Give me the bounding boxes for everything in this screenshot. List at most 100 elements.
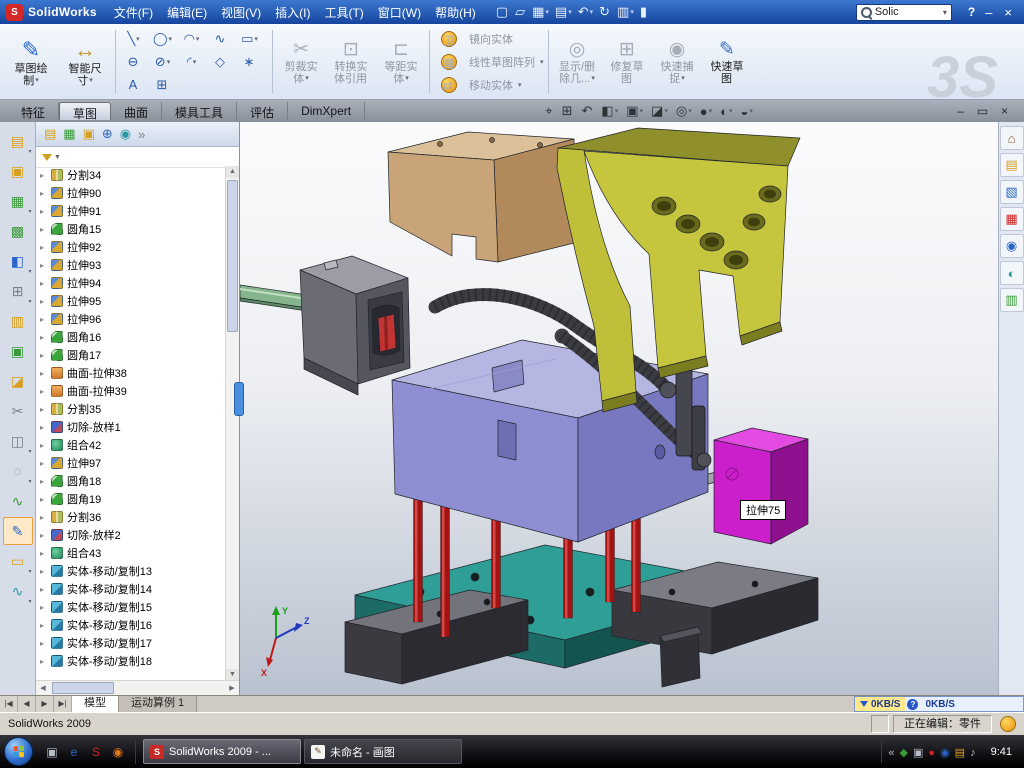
tree-item[interactable]: 圆角16 [36,328,226,346]
tree-item[interactable]: 拉伸93 [36,256,226,274]
media-player-icon[interactable]: ◉ [108,742,128,762]
scroll-up-icon[interactable] [226,166,239,178]
left-tool-icon-6[interactable]: ⊞▾ [3,277,33,305]
doc-minimize-button[interactable]: – [953,104,968,118]
expand-arrow-icon[interactable] [40,549,50,558]
tree-item[interactable]: 拉伸90 [36,184,226,202]
tree-item[interactable]: 切除-放样1 [36,418,226,436]
active-sketch-tool-icon[interactable]: ✎ [3,517,33,545]
filter-dropdown-icon[interactable]: ▼ [54,154,61,161]
linear-sketch-pattern-button[interactable]: ▦ 线性草图阵列 ▾ [433,50,545,73]
move-entities-button[interactable]: ⇄ 移动实体 ▾ [433,73,545,96]
arc-icon[interactable]: ◠▾ [177,27,206,50]
status-icon[interactable] [1000,716,1016,732]
tray-icon-5[interactable]: ▤ [955,743,965,761]
tree-item[interactable]: 组合42 [36,436,226,454]
section-view-icon[interactable]: ◧▾ [601,103,618,119]
plane-icon[interactable]: ⊞ [148,73,177,96]
expand-arrow-icon[interactable] [40,225,50,234]
left-tool-icon-2[interactable]: ▣ [3,157,33,185]
appearances-icon[interactable]: ◉ [1000,234,1024,258]
new-document-icon[interactable]: ▢ [493,2,512,22]
print-icon[interactable]: ▤▾ [552,2,575,22]
left-tool-icon-10[interactable]: ✂ [3,397,33,425]
close-button[interactable]: × [998,5,1018,20]
show-desktop-icon[interactable]: ▣ [42,742,62,762]
slot-icon[interactable]: ⊖ [119,50,148,73]
red-bar-icon[interactable]: ▮ [637,2,651,22]
expand-arrow-icon[interactable] [40,621,50,630]
tree-item[interactable]: 圆角18 [36,472,226,490]
model-part-clamp-unit[interactable] [240,256,410,395]
home-icon[interactable]: ⌂ [1000,126,1024,150]
sketch-fillet-icon[interactable]: ◜▾ [177,50,206,73]
left-tool-icon-13[interactable]: ∿ [3,487,33,515]
expand-arrow-icon[interactable] [40,315,50,324]
expand-arrow-icon[interactable] [40,369,50,378]
spline-icon[interactable]: ∿ [206,27,235,50]
graphics-viewport[interactable]: Y Z X 拉伸75 [240,122,998,695]
left-tool-icon-12[interactable]: ◌▾ [3,457,33,485]
minimize-button[interactable]: – [979,5,998,20]
left-tool-icon-4[interactable]: ▩ [3,217,33,245]
expand-arrow-icon[interactable] [40,333,50,342]
tree-item[interactable]: 实体-移动/复制17 [36,634,226,652]
design-library-icon[interactable]: ▤ [1000,153,1024,177]
menu-item[interactable]: 视图(V) [214,1,268,24]
dimxpertmanager-tab-icon[interactable]: ⊕ [102,126,113,142]
tree-item[interactable]: 切除-放样2 [36,526,226,544]
ribbon-tab[interactable]: 特征 [8,102,59,120]
tab-nav-button[interactable]: ◀ [18,696,36,712]
ribbon-tab[interactable]: 评估 [237,102,288,120]
ribbon-tab[interactable]: 曲面 [111,102,162,120]
expand-arrow-icon[interactable] [40,171,50,180]
tree-item[interactable]: 拉伸97 [36,454,226,472]
expand-arrow-icon[interactable] [40,441,50,450]
save-icon[interactable]: ▦▾ [529,2,552,22]
expand-arrow-icon[interactable] [40,495,50,504]
tray-icon-2[interactable]: ▣ [913,743,923,761]
tab-nav-button[interactable]: ▶| [54,696,72,712]
expand-arrow-icon[interactable] [40,567,50,576]
scroll-right-icon[interactable] [225,684,239,692]
expand-arrow-icon[interactable] [40,423,50,432]
flyout-chevron-icon[interactable]: » [138,127,145,142]
point-icon[interactable]: ∗ [235,50,264,73]
tray-icon-3[interactable]: ● [928,743,935,761]
scroll-left-icon[interactable] [36,684,50,692]
tree-item[interactable]: 拉伸91 [36,202,226,220]
ribbon-tab[interactable]: DimXpert [288,102,365,120]
panel-splitter[interactable] [234,382,244,416]
expand-arrow-icon[interactable] [40,279,50,288]
network-speed-widget[interactable]: 0KB/S ? 0KB/S [854,696,1024,712]
expand-arrow-icon[interactable] [40,603,50,612]
left-tool-icon-5[interactable]: ◧▾ [3,247,33,275]
tree-item[interactable]: 拉伸94 [36,274,226,292]
view-settings-icon[interactable]: ◒▾ [740,104,752,119]
model-part-extrude75-block[interactable] [714,428,808,544]
tree-item[interactable]: 拉伸92 [36,238,226,256]
expand-arrow-icon[interactable] [40,207,50,216]
expand-arrow-icon[interactable] [40,477,50,486]
tree-item[interactable]: 实体-移动/复制15 [36,598,226,616]
circle-icon[interactable]: ◯▾ [148,27,177,50]
menu-item[interactable]: 帮助(H) [428,1,483,24]
custom-properties-icon[interactable]: ▥ [1000,288,1024,312]
rapid-sketch-button[interactable]: ✎ 快速草 图 [702,26,752,97]
tree-item[interactable]: 实体-移动/复制16 [36,616,226,634]
expand-arrow-icon[interactable] [40,261,50,270]
sketch-button[interactable]: 草图绘 制▾ [4,26,58,97]
expand-arrow-icon[interactable] [40,405,50,414]
search-value[interactable]: Solic [875,6,940,18]
menu-item[interactable]: 文件(F) [107,1,160,24]
expand-arrow-icon[interactable] [40,585,50,594]
tray-expand-icon[interactable]: « [888,743,894,761]
expand-arrow-icon[interactable] [40,531,50,540]
zoom-area-icon[interactable]: ⊞ [562,103,574,119]
offset-entities-button[interactable]: ⊏ 等距实 体▾ [376,26,426,97]
rebuild-icon[interactable]: ↻ [596,2,614,22]
doc-close-button[interactable]: × [997,104,1012,118]
tab-nav-button[interactable]: ▶ [36,696,54,712]
display-style-icon[interactable]: ◪▾ [651,103,668,119]
tree-item[interactable]: 组合43 [36,544,226,562]
